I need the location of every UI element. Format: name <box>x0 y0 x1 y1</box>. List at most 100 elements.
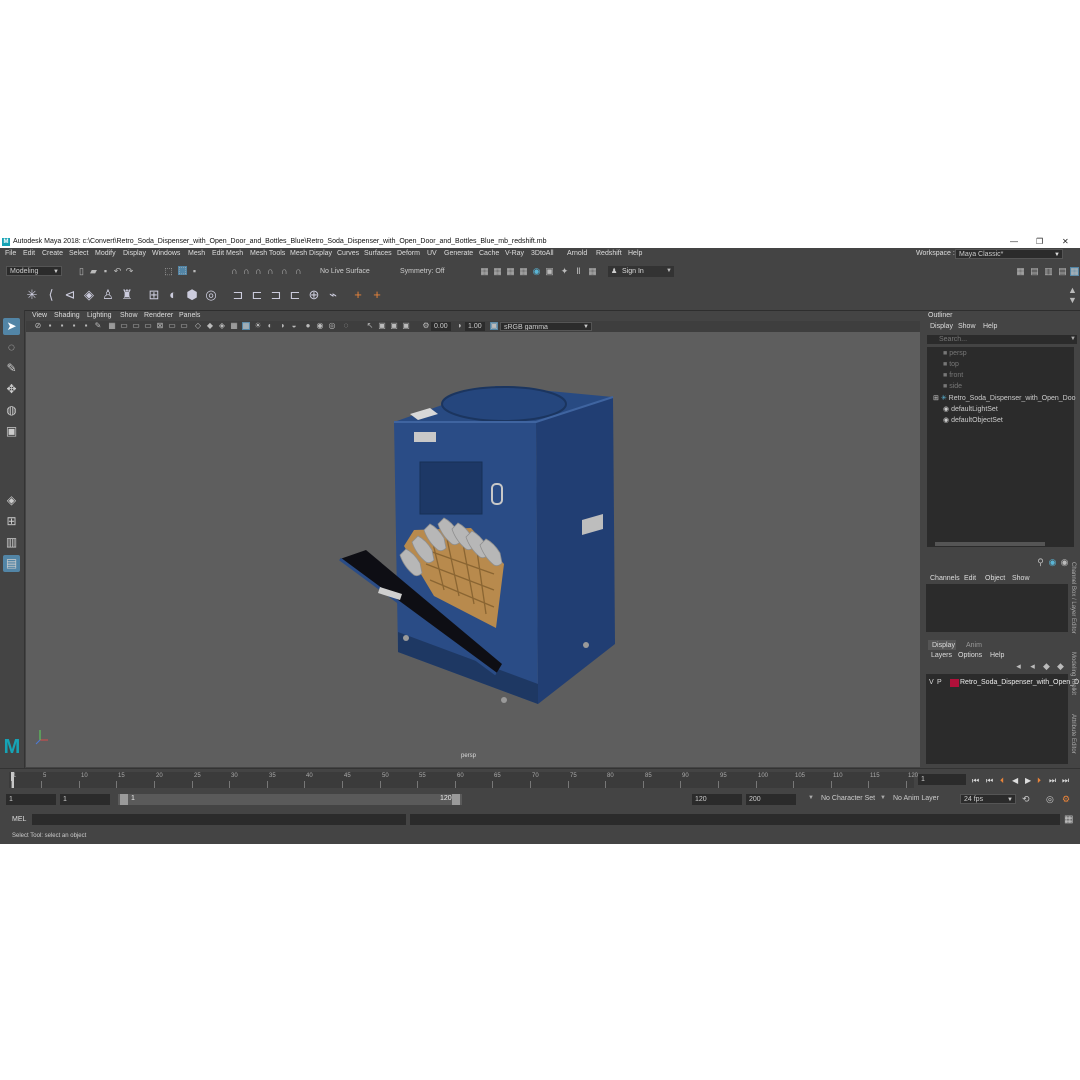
depth-of-field-icon[interactable]: ◉ <box>316 322 324 330</box>
color-management-icon[interactable]: ▣ <box>490 322 498 330</box>
live-surface-label[interactable]: No Live Surface <box>320 268 370 275</box>
move-layer-up-icon[interactable]: ◂ <box>1014 662 1023 671</box>
channel-menu-edit[interactable]: Edit <box>964 575 976 582</box>
step-forward-frame-icon[interactable]: ⏵ <box>1037 776 1041 786</box>
layout-icon[interactable]: ▦ <box>1070 267 1079 276</box>
menu-3dtoall[interactable]: 3DtoAll <box>531 250 554 257</box>
wireframe-on-shaded-icon[interactable]: ◈ <box>218 322 226 330</box>
select-component-icon[interactable]: ▪ <box>190 267 199 276</box>
color-space-dropdown[interactable]: sRGB gamma ▼ <box>500 322 592 331</box>
gamma-field[interactable]: 1.00 <box>465 322 485 331</box>
locator-icon[interactable]: + <box>350 287 366 303</box>
menu-file[interactable]: File <box>5 250 16 257</box>
scale-tool-icon[interactable]: ▣ <box>3 423 20 440</box>
new-scene-icon[interactable]: ▯ <box>77 267 86 276</box>
range-handle-right[interactable] <box>452 794 460 805</box>
time-slider-track[interactable]: 1 5 10 15 20 25 30 35 40 45 50 55 60 65 70 75 80 85 90 95 10… <box>9 772 918 788</box>
menu-generate[interactable]: Generate <box>444 250 473 257</box>
anim-layer-icon[interactable]: ▼ <box>880 795 886 801</box>
tab-channel-box-layer-editor[interactable]: Channel Box / Layer Editor <box>1070 562 1076 634</box>
character-set-label[interactable]: No Character Set <box>821 795 875 802</box>
cluster-icon[interactable]: ◐ <box>165 287 181 303</box>
snap-live-icon[interactable]: ∩ <box>294 267 303 276</box>
sculpt-deformer-icon[interactable]: ◎ <box>203 287 219 303</box>
menu-display[interactable]: Display <box>123 250 146 257</box>
xray-joints-icon[interactable]: ↖ <box>366 322 374 330</box>
hud-icon[interactable]: ▣ <box>402 322 410 330</box>
outliner-search-field[interactable]: Search... ▼ <box>927 335 1077 344</box>
playback-end-field[interactable]: 120 <box>692 794 742 805</box>
layer-color-swatch[interactable] <box>950 679 959 687</box>
outliner-layout-icon[interactable]: ▤ <box>3 555 20 572</box>
menu-mesh-tools[interactable]: Mesh Tools <box>250 250 285 257</box>
smooth-shade-icon[interactable]: ◆ <box>206 322 214 330</box>
menu-surfaces[interactable]: Surfaces <box>364 250 392 257</box>
menu-cache[interactable]: Cache <box>479 250 499 257</box>
save-scene-icon[interactable]: ▪ <box>101 267 110 276</box>
outliner-item[interactable]: ■ top <box>943 361 959 368</box>
go-to-end-icon[interactable]: ⏭ <box>1062 776 1069 786</box>
symmetry-label[interactable]: Symmetry: Off <box>400 268 445 275</box>
exposure-field[interactable]: 0.00 <box>431 322 451 331</box>
gamma-icon[interactable]: ◑ <box>455 322 463 330</box>
undo-icon[interactable]: ↶ <box>113 267 122 276</box>
anti-alias-icon[interactable]: ● <box>304 322 312 330</box>
humanik-icon[interactable]: ♙ <box>100 287 116 303</box>
snap-curve-icon[interactable]: ∩ <box>242 267 251 276</box>
ik-handle-icon[interactable]: ⟨ <box>43 287 59 303</box>
snap-point-icon[interactable]: ∩ <box>254 267 263 276</box>
field-chart-icon[interactable]: ⊠ <box>156 322 164 330</box>
2d-pan-icon[interactable]: ▪ <box>82 322 90 330</box>
snap-surface-icon[interactable]: ∩ <box>280 267 289 276</box>
step-forward-key-icon[interactable]: ⏭ <box>1049 776 1056 786</box>
channel-box-close-icon[interactable]: ◉ <box>1060 558 1069 567</box>
arnold-icon[interactable]: ▦ <box>588 267 597 276</box>
menu-select[interactable]: Select <box>69 250 88 257</box>
layers-menu-layers[interactable]: Layers <box>931 652 952 659</box>
film-gate-icon[interactable]: ▭ <box>120 322 128 330</box>
move-layer-down-icon[interactable]: ◂ <box>1028 662 1037 671</box>
modeling-toolkit-icon[interactable]: ▦ <box>1016 267 1025 276</box>
safe-action-icon[interactable]: ▭ <box>168 322 176 330</box>
outliner-menu-display[interactable]: Display <box>930 323 953 330</box>
layers-menu-help[interactable]: Help <box>990 652 1004 659</box>
go-to-start-icon[interactable]: ⏮ <box>972 776 979 786</box>
move-tool-icon[interactable]: ✥ <box>3 381 20 398</box>
single-view-icon[interactable]: ◈ <box>3 492 20 509</box>
vp-menu-shading[interactable]: Shading <box>54 312 80 319</box>
render-frame-icon[interactable]: ▦ <box>480 267 489 276</box>
horizontal-scrollbar[interactable] <box>935 542 1045 546</box>
constraint-point-icon[interactable]: ⊏ <box>249 287 265 303</box>
channel-menu-channels[interactable]: Channels <box>930 575 960 582</box>
range-handle-left[interactable] <box>120 794 128 805</box>
vp-menu-view[interactable]: View <box>32 312 47 319</box>
quick-rig-icon[interactable]: ♜ <box>119 287 135 303</box>
exposure-icon[interactable]: ⚙ <box>422 322 430 330</box>
tab-attribute-editor[interactable]: Attribute Editor <box>1070 714 1076 754</box>
new-layer-selected-icon[interactable]: ◆ <box>1056 662 1065 671</box>
start-time-field[interactable]: 1 <box>6 794 56 805</box>
menu-edit-mesh[interactable]: Edit Mesh <box>212 250 243 257</box>
ipr-render-icon[interactable]: ▦ <box>506 267 515 276</box>
outliner-item[interactable]: ⊞ ✳ Retro_Soda_Dispenser_with_Open_Doo <box>933 394 1076 402</box>
select-tool-icon[interactable]: ➤ <box>3 318 20 335</box>
image-plane-icon[interactable]: ▪ <box>70 322 78 330</box>
character-set-icon[interactable]: ▼ <box>808 795 814 801</box>
outliner-search-input[interactable]: Search... <box>939 336 967 343</box>
select-object-icon[interactable]: ⬚ <box>178 266 187 275</box>
viewport-panel[interactable]: View Shading Lighting Show Renderer Pane… <box>4 311 920 767</box>
vp-menu-show[interactable]: Show <box>120 312 138 319</box>
layer-visibility-toggle[interactable]: V <box>929 679 934 686</box>
attribute-editor-icon[interactable]: ▤ <box>1030 267 1039 276</box>
vray-icon[interactable]: Ⅱ <box>574 267 583 276</box>
open-scene-icon[interactable]: ▰ <box>89 267 98 276</box>
side-by-side-icon[interactable]: ▥ <box>3 534 20 551</box>
grid-icon[interactable]: ▦ <box>108 322 116 330</box>
play-forward-icon[interactable]: ▶ <box>1025 776 1031 785</box>
snap-view-icon[interactable]: ∩ <box>266 267 275 276</box>
shelf-tabs-icon[interactable]: ▲ <box>1068 286 1077 295</box>
menu-deform[interactable]: Deform <box>397 250 420 257</box>
vp-menu-panels[interactable]: Panels <box>179 312 200 319</box>
motion-blur-icon[interactable]: ◒ <box>290 322 298 330</box>
skin-icon[interactable]: ◈ <box>81 287 97 303</box>
